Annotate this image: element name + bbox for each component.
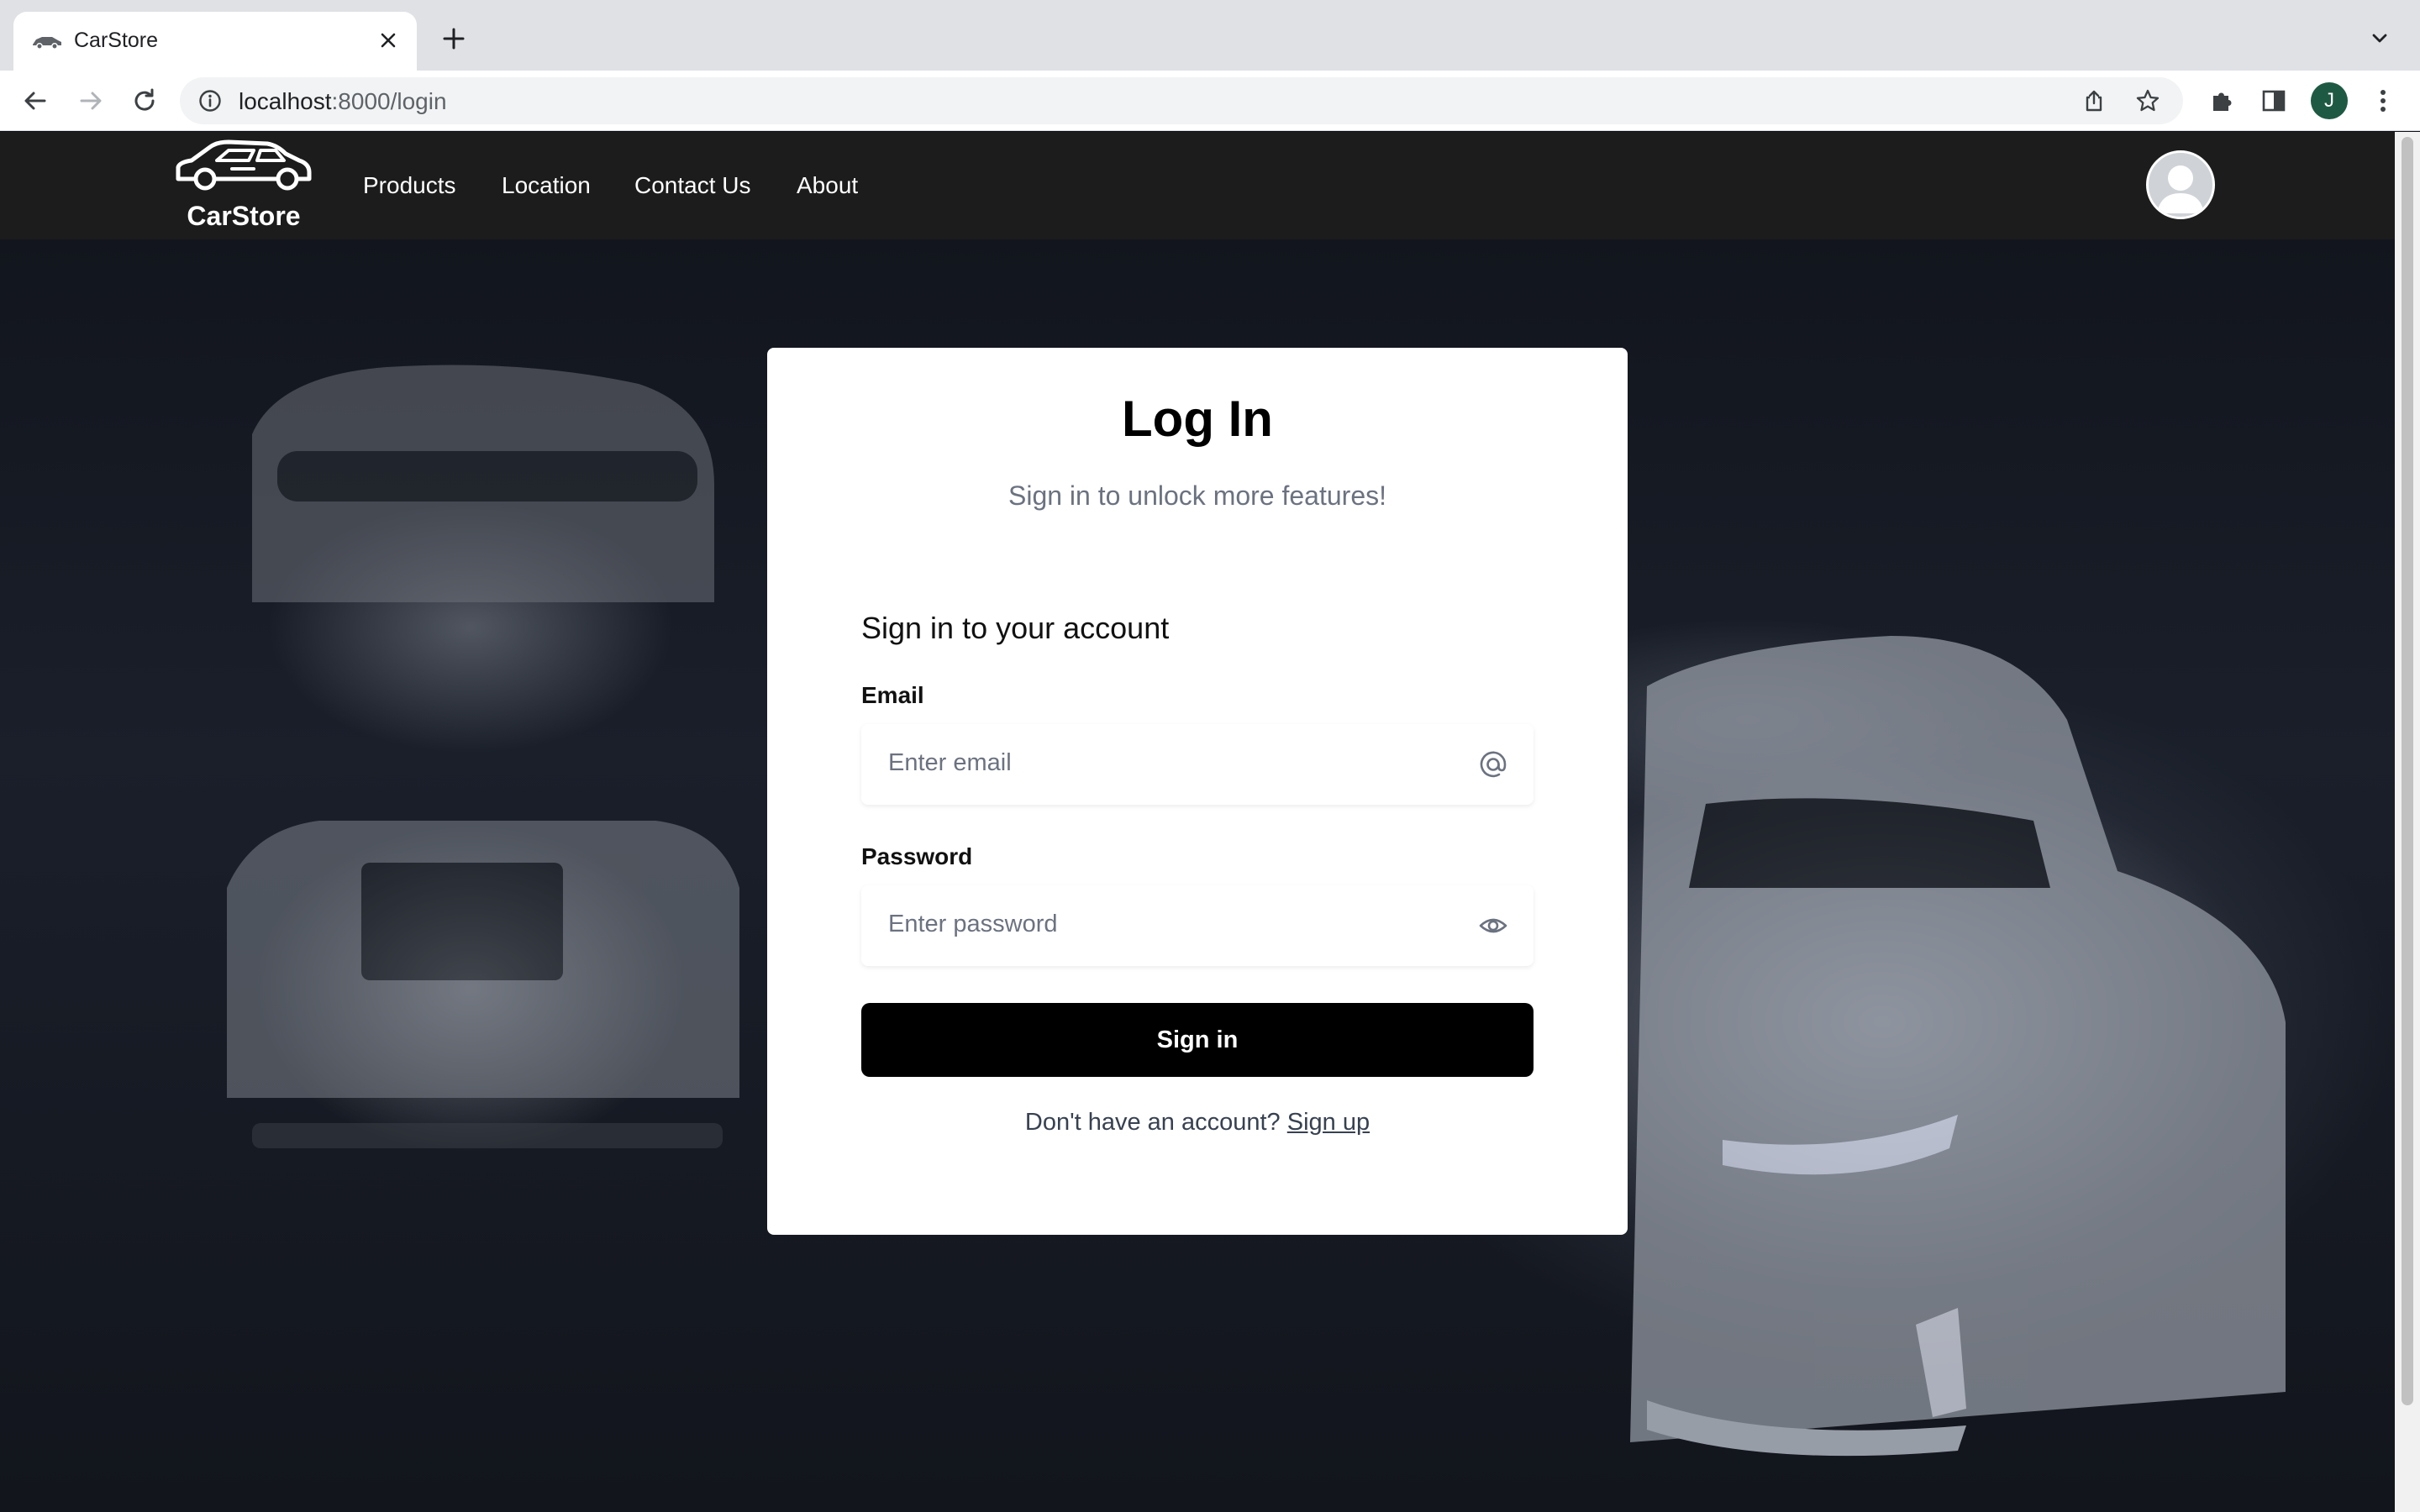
email-label: Email — [861, 682, 924, 708]
site-navbar: CarStore Products Location Contact Us Ab… — [0, 132, 2395, 239]
share-icon — [2086, 90, 2102, 112]
reload-button[interactable] — [126, 82, 163, 119]
plus-icon — [443, 28, 465, 50]
page-scrollbar[interactable] — [2395, 132, 2420, 1512]
page-subtitle: Sign in to unlock more features! — [1007, 480, 1386, 511]
more-vertical-icon — [2381, 90, 2386, 112]
nav-link-products[interactable]: Products — [363, 172, 456, 199]
info-icon[interactable] — [198, 89, 222, 113]
forward-button[interactable] — [72, 82, 109, 119]
eye-icon[interactable] — [1478, 911, 1508, 941]
url-host: localhost — [239, 88, 332, 114]
tab-title: CarStore — [74, 29, 159, 52]
email-field[interactable]: Enter email — [861, 724, 1534, 805]
tab-search-button[interactable] — [2365, 24, 2395, 54]
extensions-button[interactable] — [2203, 82, 2240, 119]
page-background: CarStore Products Location Contact Us Ab… — [0, 132, 2395, 1512]
puzzle-icon — [2213, 92, 2232, 111]
sign-in-button[interactable]: Sign in — [861, 1003, 1534, 1077]
arrow-left-icon — [24, 92, 46, 110]
password-placeholder: Enter password — [888, 911, 1058, 937]
bookmark-button[interactable] — [2133, 86, 2163, 116]
password-field[interactable]: Enter password — [861, 885, 1534, 966]
star-icon — [2136, 89, 2160, 112]
login-card: Log In Sign in to unlock more features! … — [767, 348, 1628, 1235]
sign-up-link[interactable]: Sign up — [1287, 1109, 1370, 1136]
nav-link-contact-us[interactable]: Contact Us — [634, 172, 751, 199]
url-path: :8000/login — [331, 88, 447, 114]
nav-link-about[interactable]: About — [797, 172, 858, 199]
signup-prompt: Don't have an account? — [1024, 1109, 1281, 1136]
browser-menu-button[interactable] — [2365, 82, 2402, 119]
car-favicon-icon — [33, 37, 61, 50]
scrollbar-thumb[interactable] — [2402, 137, 2413, 1405]
signup-row: Don't have an account? Sign up — [767, 1109, 1628, 1137]
url-text: localhost:8000/login — [239, 88, 447, 115]
email-placeholder: Enter email — [888, 749, 1012, 776]
car-logo-icon — [176, 139, 312, 191]
new-tab-button[interactable] — [437, 22, 471, 55]
address-bar[interactable]: localhost:8000/login — [180, 77, 2183, 124]
side-panel-icon — [2262, 90, 2286, 112]
browser-profile-avatar[interactable]: J — [2311, 82, 2348, 119]
page-title: Log In — [1122, 391, 1273, 447]
back-button[interactable] — [17, 82, 54, 119]
browser-toolbar: localhost:8000/login — [0, 71, 2420, 131]
browser-tabstrip: CarStore — [0, 0, 2420, 71]
brand-logo-link[interactable]: CarStore — [173, 139, 314, 231]
chevron-down-icon — [2372, 34, 2387, 43]
tab-close-button[interactable] — [371, 24, 405, 57]
user-avatar-icon — [2157, 165, 2204, 213]
form-heading: Sign in to your account — [861, 611, 1170, 645]
nav-link-location[interactable]: Location — [502, 172, 591, 199]
reload-icon — [134, 88, 155, 111]
browser-tab[interactable]: CarStore — [13, 12, 417, 71]
side-panel-button[interactable] — [2255, 82, 2292, 119]
user-avatar-button[interactable] — [2146, 150, 2215, 219]
password-label: Password — [861, 843, 973, 869]
at-sign-icon — [1480, 751, 1507, 778]
close-icon — [381, 33, 396, 48]
brand-name: CarStore — [187, 201, 301, 231]
share-button[interactable] — [2079, 86, 2109, 116]
arrow-right-icon — [80, 92, 102, 110]
